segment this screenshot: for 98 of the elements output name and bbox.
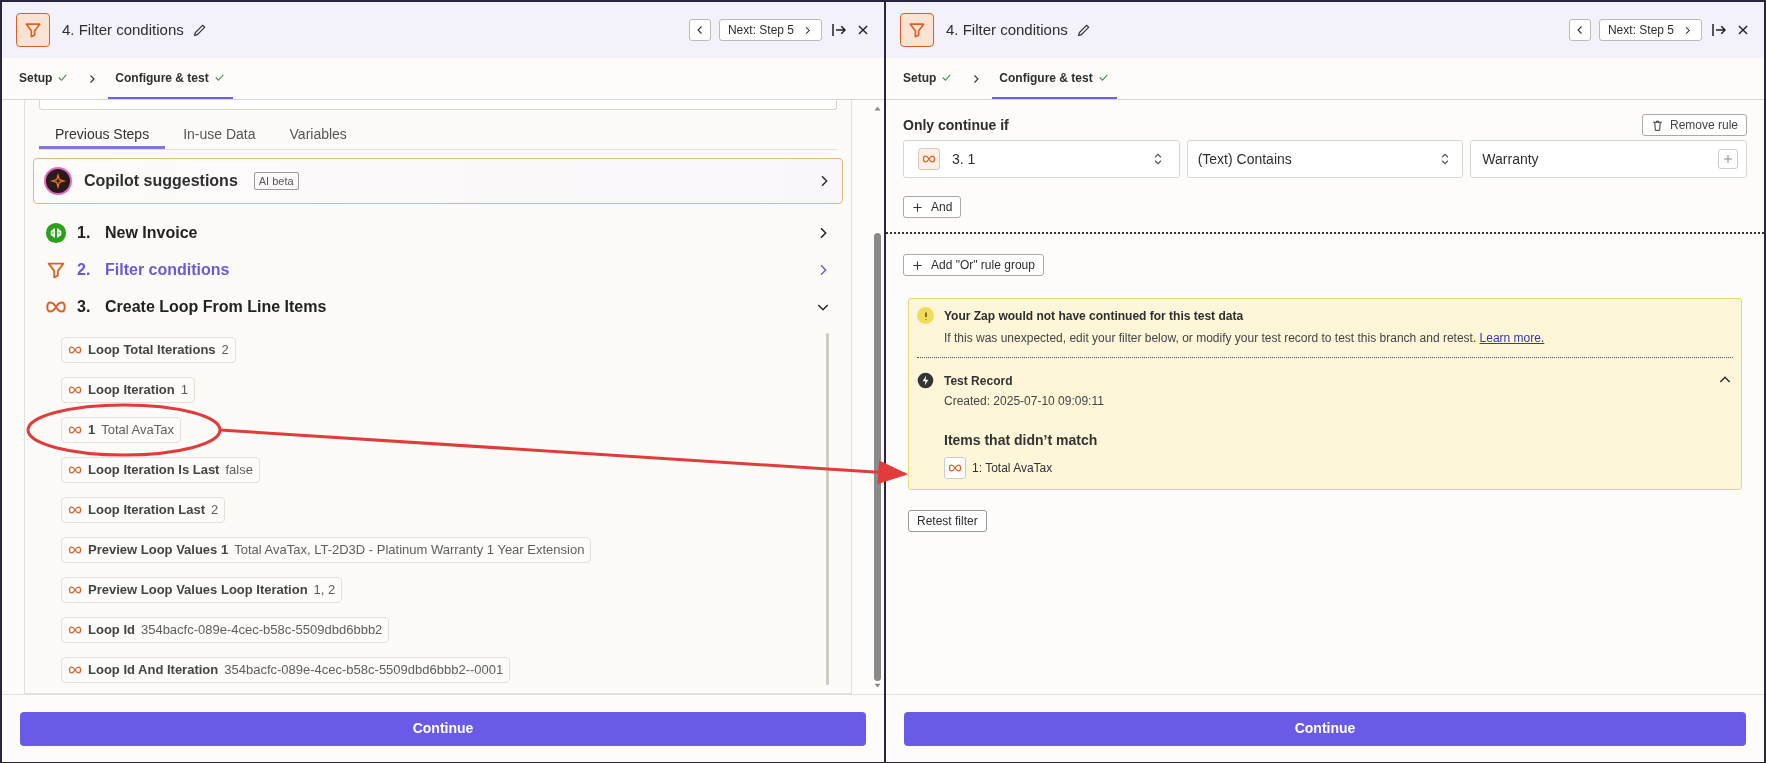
quickbooks-icon — [45, 221, 67, 244]
learn-more-link[interactable]: Learn more. — [1479, 331, 1545, 345]
field-label: Loop Iteration Is Last — [88, 461, 220, 480]
step-number: 1. — [77, 222, 92, 243]
field-value: 354bacfc-089e-4cec-b58c-5509dbd6bbb2 — [140, 621, 383, 640]
field-value: Total AvaTax — [101, 421, 174, 440]
field-value: Total AvaTax, LT-2D3D - Platinum Warranty 1 Year Extension — [234, 541, 585, 560]
insert-data-button[interactable] — [1718, 149, 1738, 169]
step-title: Filter conditions — [105, 259, 230, 280]
continue-button[interactable]: Continue — [20, 711, 866, 746]
remove-rule-button[interactable]: Remove rule — [1641, 114, 1747, 136]
data-field-chip[interactable]: Loop Iteration Last 2 — [61, 497, 226, 523]
loop-icon — [68, 343, 82, 357]
data-field-chip[interactable]: Loop Iteration 1 — [61, 377, 195, 403]
step-row[interactable]: 1. New Invoice — [33, 214, 843, 251]
field-label: Loop Iteration — [88, 381, 175, 400]
and-button[interactable]: And — [903, 196, 962, 218]
previous-button[interactable] — [1568, 19, 1591, 41]
loop-icon — [68, 503, 82, 517]
step-tab[interactable]: Setup — [12, 58, 77, 99]
loop-icon — [68, 663, 82, 677]
edit-icon — [1075, 22, 1092, 38]
field-value: 2 — [211, 501, 219, 520]
step-number: 3. — [77, 296, 92, 317]
field-label: Loop Iteration Last — [88, 501, 205, 520]
plus-icon — [912, 259, 923, 271]
loop-icon — [68, 423, 82, 437]
step-tab[interactable]: Setup — [896, 58, 961, 99]
field-value: 354bacfc-089e-4cec-b58c-5509dbd6bbb2--0001 — [224, 661, 504, 680]
alert-title: Your Zap would not have continued for this test data — [944, 308, 1245, 325]
data-tab[interactable]: In-use Data — [167, 124, 272, 149]
field-label: Loop Id — [88, 621, 135, 640]
next-step-button[interactable]: Next: Step 5 — [1598, 19, 1702, 41]
data-field-chip[interactable]: Loop Id And Iteration 354bacfc-089e-4cec-b58c-5509dbd6bbb2--0001 — [61, 657, 511, 683]
copilot-card[interactable]: Copilot suggestions AI beta — [33, 158, 843, 204]
retest-filter-button[interactable]: Retest filter — [908, 510, 987, 532]
previous-button[interactable] — [688, 19, 711, 41]
next-step-button[interactable]: Next: Step 5 — [718, 19, 822, 41]
funnel-icon — [23, 20, 43, 40]
scrollbar-thumb[interactable] — [874, 233, 881, 681]
data-field-chip[interactable]: Preview Loop Values 1 Total AvaTax, LT-2D3D - Platinum Warranty 1 Year Extension — [61, 537, 592, 563]
copilot-title: Copilot suggestions — [84, 171, 238, 191]
sparkle-symbol-icon — [50, 173, 66, 189]
panel-title: 4. Filter conditions — [946, 19, 1068, 40]
data-field-chip[interactable]: Loop Iteration Is Last false — [61, 457, 260, 483]
value-field[interactable]: Warranty — [1470, 140, 1747, 178]
panel-title: 4. Filter conditions — [62, 19, 184, 40]
field-label: 1 — [88, 421, 96, 440]
beta-tag: AI beta — [253, 171, 299, 191]
field-value: 1 — [180, 381, 188, 400]
field-label: Loop Total Iterations — [88, 341, 216, 360]
step-number: 2. — [77, 259, 92, 280]
collapse-panel-icon[interactable] — [1710, 21, 1728, 39]
field-label: Preview Loop Values 1 — [88, 541, 229, 560]
step-row[interactable]: 2. Filter conditions — [33, 251, 843, 288]
rule-heading: Only continue if — [903, 115, 1009, 135]
step-title: Create Loop From Line Items — [105, 296, 327, 317]
scrollbar-thumb[interactable] — [826, 333, 829, 685]
scroll-down-icon[interactable] — [873, 681, 882, 690]
created-date: Created: 2025-07-10 09:09:11 — [944, 393, 1105, 410]
data-field-chip[interactable]: 1 Total AvaTax — [61, 417, 181, 443]
trash-icon — [1650, 118, 1664, 132]
data-field-chip[interactable]: Loop Total Iterations 2 — [61, 337, 236, 363]
scroll-up-icon[interactable] — [873, 104, 882, 113]
items-heading: Items that didn’t match — [944, 431, 1099, 450]
loop-icon — [68, 383, 82, 397]
plus-icon — [1722, 153, 1734, 165]
step-title: New Invoice — [105, 222, 198, 243]
record-title: Test Record — [944, 373, 1013, 390]
field-value: false — [225, 461, 253, 480]
funnel-icon — [907, 20, 927, 40]
data-field-chip[interactable]: Loop Id 354bacfc-089e-4cec-b58c-5509dbd6bbb2 — [61, 617, 390, 643]
continue-button[interactable]: Continue — [904, 711, 1746, 746]
close-icon[interactable] — [1736, 23, 1750, 37]
field-select[interactable]: 3. 1 — [903, 140, 1180, 178]
data-tab[interactable]: Previous Steps — [39, 124, 166, 149]
data-field-chip[interactable]: Preview Loop Values Loop Iteration 1, 2 — [61, 577, 343, 603]
bolt-icon — [917, 372, 934, 389]
field-label: Preview Loop Values Loop Iteration — [88, 581, 308, 600]
unmatched-item: 1: Total AvaTax — [972, 460, 1053, 477]
loop-icon — [68, 583, 82, 597]
search-field[interactable] — [39, 100, 837, 110]
edit-icon — [191, 22, 208, 38]
field-value: 1, 2 — [313, 581, 336, 600]
step-tab[interactable]: Configure & test — [992, 58, 1117, 99]
loop-icon — [68, 543, 82, 557]
loop-icon — [68, 623, 82, 637]
loop-icon — [68, 463, 82, 477]
plus-icon — [912, 201, 923, 213]
alert-message: If this was unexpected, edit your filter below, or modify your test record to test this branch and retest. Learn more. — [944, 330, 1545, 347]
collapse-panel-icon[interactable] — [830, 21, 848, 39]
field-value: 2 — [221, 341, 229, 360]
field-label: Loop Id And Iteration — [88, 661, 219, 680]
step-row[interactable]: 3. Create Loop From Line Items — [33, 288, 843, 325]
data-tab[interactable]: Variables — [273, 124, 363, 149]
add-or-group-button[interactable]: Add "Or" rule group — [903, 254, 1044, 276]
operator-select[interactable]: (Text) Contains — [1186, 140, 1464, 178]
close-icon[interactable] — [856, 23, 870, 37]
